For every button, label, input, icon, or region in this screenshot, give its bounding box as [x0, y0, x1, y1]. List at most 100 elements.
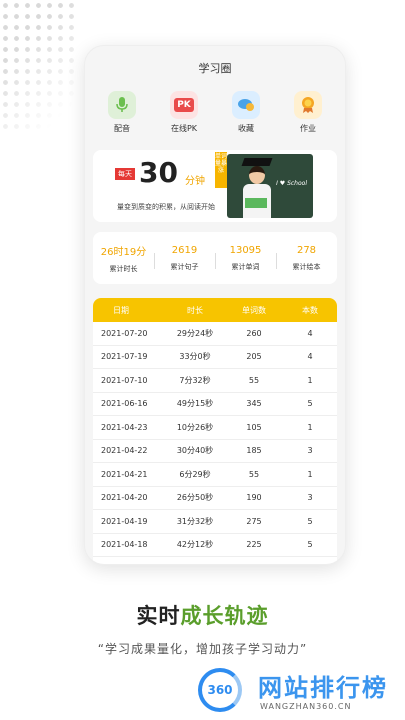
table-cell: 2021-04-18 [101, 540, 148, 550]
watermark: 360 网站排行榜 WANGZHAN360.CN [198, 660, 403, 718]
table-cell: 49分15秒 [176, 399, 214, 409]
table-cell: 4 [307, 352, 313, 362]
table-cell: 4 [307, 328, 313, 338]
pk-icon: PK [170, 91, 198, 119]
stat-value: 278 [296, 244, 317, 256]
quick-action-favorites[interactable]: 收藏 [217, 91, 275, 139]
table-cell: 5 [307, 399, 313, 409]
table-cell: 33分0秒 [179, 352, 211, 362]
table-cell: 225 [246, 540, 262, 550]
chat-bubble-icon [232, 91, 260, 119]
table-cell: 1 [307, 469, 313, 479]
stat-label: 累计时长 [109, 264, 138, 273]
table-cell: 105 [246, 422, 262, 432]
table-row[interactable]: 2021-04-23 10分26秒 105 1 [93, 416, 337, 440]
headline-highlight: 成长轨迹 [180, 604, 269, 628]
table-cell: 2021-04-21 [101, 469, 148, 479]
stats-bar: 26时19分 累计时长 2619 累计句子 13095 累计单词 278 累计绘… [93, 232, 337, 284]
table-cell: 2021-04-22 [101, 446, 148, 456]
table-cell: 2021-04-20 [101, 493, 148, 503]
table-cell: 2021-04-23 [101, 422, 148, 432]
table-cell: 31分32秒 [176, 516, 214, 526]
table-cell: 5 [307, 540, 313, 550]
table-cell: 3 [307, 493, 313, 503]
quick-action-label: 在线PK [170, 124, 198, 133]
table-cell: 205 [246, 352, 262, 362]
table-row[interactable]: 2021-04-22 30分40秒 185 3 [93, 440, 337, 463]
table-cell: 2021-07-20 [101, 328, 148, 338]
daily-badge: 每天 [115, 168, 135, 180]
vertical-tag: 单词量暴涨 [215, 152, 227, 188]
quick-actions: 配音 PK 在线PK 收藏 作业 [93, 91, 337, 139]
banner-unit: 分钟 [185, 176, 205, 187]
books-icon [245, 198, 267, 208]
stat-label: 累计句子 [170, 262, 199, 271]
header-date: 日期 [113, 305, 129, 315]
table-cell: 6分29秒 [179, 469, 211, 479]
microphone-icon [108, 91, 136, 119]
promo-headline: 实时成长轨迹 [0, 600, 405, 630]
table-row[interactable]: 2021-07-20 29分24秒 260 4 [93, 322, 337, 346]
quick-action-dubbing[interactable]: 配音 [93, 91, 151, 139]
table-row[interactable]: 2021-07-19 33分0秒 205 4 [93, 346, 337, 369]
stat-value: 13095 [229, 244, 262, 256]
quick-action-label: 作业 [300, 124, 316, 133]
table-cell: 345 [246, 399, 262, 409]
table-row[interactable]: 2021-06-16 49分15秒 345 5 [93, 393, 337, 416]
table-cell: 185 [246, 446, 262, 456]
promo-subline: “学习成果量化，增加孩子学习动力” [97, 642, 308, 656]
banner-text-area: 每天 30 分钟 单词量暴涨 量变到质变的积累，从阅读开始 [93, 150, 233, 222]
quick-action-label: 收藏 [238, 124, 254, 133]
table-cell: 5 [307, 516, 313, 526]
table-cell: 3 [307, 446, 313, 456]
table-cell: 260 [246, 328, 262, 338]
table-cell: 2021-07-19 [101, 352, 148, 362]
banner-slogan: 量变到质变的积累，从阅读开始 [117, 203, 215, 211]
table-cell: 26分50秒 [176, 493, 214, 503]
table-row[interactable]: 2021-07-10 7分32秒 55 1 [93, 369, 337, 393]
watermark-url: WANGZHAN360.CN [260, 702, 352, 711]
table-row[interactable]: 2021-04-18 42分12秒 225 5 [93, 534, 337, 557]
header-books: 本数 [302, 305, 318, 315]
phone-frame: 学习圈 配音 PK 在线PK 收藏 作业 每天 30 分钟 单词量暴涨 量变到质… [84, 45, 346, 565]
study-log-table: 日期 时长 单词数 本数 2021-07-20 29分24秒 260 4 2021-07… [93, 298, 337, 564]
promo-banner[interactable]: 每天 30 分钟 单词量暴涨 量变到质变的积累，从阅读开始 I ♥ School [93, 150, 337, 222]
table-cell: 1 [307, 422, 313, 432]
table-cell: 1 [307, 375, 313, 385]
header-duration: 时长 [187, 305, 203, 315]
table-cell: 10分26秒 [176, 422, 214, 432]
stat-total-words: 13095 累计单词 [215, 245, 276, 272]
table-row[interactable]: 2021-04-20 26分50秒 190 3 [93, 487, 337, 510]
student-head [249, 166, 265, 184]
table-row[interactable]: 2021-04-21 6分29秒 55 1 [93, 463, 337, 487]
table-cell: 55 [248, 375, 260, 385]
quick-action-homework[interactable]: 作业 [279, 91, 337, 139]
stat-total-sentences: 2619 累计句子 [154, 245, 215, 272]
student-photo: I ♥ School [227, 154, 313, 218]
quick-action-online-pk[interactable]: PK 在线PK [155, 91, 213, 139]
table-cell: 275 [246, 516, 262, 526]
table-cell: 42分12秒 [176, 540, 214, 550]
table-cell: 2021-04-19 [101, 516, 148, 526]
header-words: 单词数 [242, 305, 266, 315]
medal-icon [294, 91, 322, 119]
stat-total-time: 26时19分 累计时长 [93, 243, 154, 274]
stat-value: 2619 [171, 244, 198, 256]
table-cell: 55 [248, 469, 260, 479]
stat-label: 累计单词 [231, 262, 260, 271]
quick-action-label: 配音 [114, 124, 130, 133]
table-cell: 190 [246, 493, 262, 503]
table-header: 日期 时长 单词数 本数 [93, 298, 337, 322]
board-text: I ♥ School [276, 180, 307, 187]
table-row[interactable]: 2021-04-19 31分32秒 275 5 [93, 510, 337, 534]
table-cell: 2021-07-10 [101, 375, 148, 385]
table-cell: 30分40秒 [176, 446, 214, 456]
watermark-name: 网站排行榜 [258, 674, 388, 702]
graduation-cap-icon [241, 158, 273, 166]
headline-part: 实时 [136, 604, 181, 628]
banner-number: 30 [139, 156, 178, 189]
stat-label: 累计绘本 [292, 262, 321, 271]
table-cell: 2021-06-16 [101, 399, 148, 409]
table-body: 2021-07-20 29分24秒 260 4 2021-07-19 33分0秒 205 4 2… [93, 322, 337, 557]
table-cell: 7分32秒 [179, 375, 211, 385]
